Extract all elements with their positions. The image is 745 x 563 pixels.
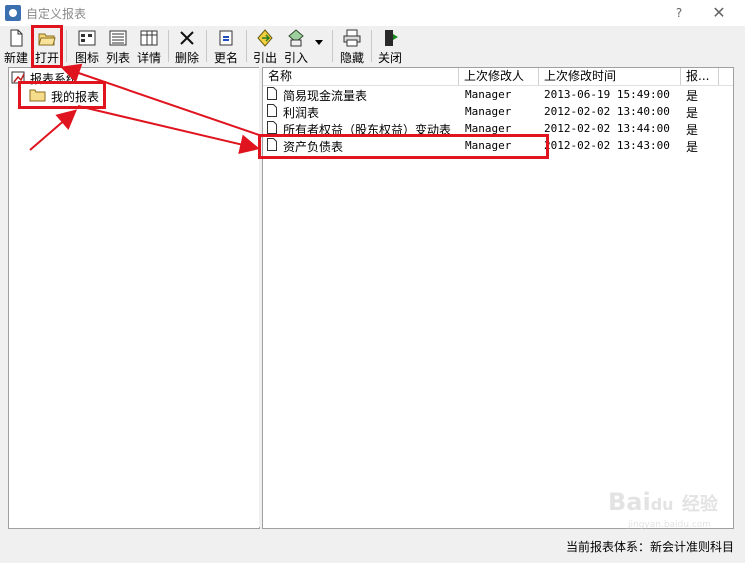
report-system-icon	[11, 71, 25, 84]
baidu-watermark: Baidu 经验 jingyan.baidu.com	[568, 480, 718, 530]
list-view-button[interactable]: 列表	[104, 29, 132, 65]
column-header-name[interactable]: 名称	[263, 68, 459, 85]
icon-view-label: 图标	[74, 51, 99, 65]
list-view-label: 列表	[105, 51, 130, 65]
list-view-icon	[109, 30, 127, 46]
import-dropdown-arrow-icon[interactable]	[315, 40, 323, 45]
toolbar-separator	[332, 30, 333, 62]
row-flag: 是	[686, 140, 699, 154]
tree-root-label: 报表系统	[30, 72, 79, 86]
help-button[interactable]: ?	[668, 3, 690, 23]
detail-view-button[interactable]: 详情	[135, 29, 163, 65]
exit-door-icon	[385, 30, 398, 46]
report-list-panel: 名称 上次修改人 上次修改时间 报... 简易现金流量表 Manager 201…	[262, 67, 734, 529]
toolbar: 新建 打开 图标 列表 详情 删除 更名 引出 引入 隐藏 关闭	[0, 26, 745, 66]
import-button[interactable]: 引入	[282, 29, 310, 65]
column-header-time[interactable]: 上次修改时间	[539, 68, 681, 85]
row-time: 2012-02-02 13:40:00	[544, 105, 670, 118]
toolbar-separator	[66, 30, 67, 62]
delete-button[interactable]: 删除	[173, 29, 201, 65]
new-document-icon	[10, 29, 23, 47]
toolbar-separator	[371, 30, 372, 62]
document-icon	[267, 87, 277, 100]
document-icon	[267, 121, 277, 134]
hide-button[interactable]: 隐藏	[338, 29, 366, 65]
row-flag: 是	[686, 106, 699, 120]
status-bar: 当前报表体系： 新会计准则科目	[0, 530, 745, 563]
row-flag: 是	[686, 123, 699, 137]
document-icon	[267, 104, 277, 117]
rename-button[interactable]: 更名	[212, 29, 240, 65]
export-button[interactable]: 引出	[251, 29, 279, 65]
import-icon	[288, 29, 304, 47]
table-row[interactable]: 简易现金流量表 Manager 2013-06-19 15:49:00 是	[263, 86, 733, 103]
row-modifier: Manager	[465, 88, 512, 101]
status-value: 新会计准则科目	[650, 540, 735, 554]
row-name: 资产负债表	[283, 140, 344, 154]
delete-label: 删除	[174, 51, 199, 65]
new-label: 新建	[3, 51, 28, 65]
row-flag: 是	[686, 89, 699, 103]
list-header: 名称 上次修改人 上次修改时间 报...	[263, 68, 733, 86]
icon-view-button[interactable]: 图标	[73, 29, 101, 65]
open-label: 打开	[34, 51, 59, 65]
export-label: 引出	[252, 51, 277, 65]
rename-label: 更名	[213, 51, 238, 65]
toolbar-separator	[168, 30, 169, 62]
document-icon	[267, 138, 277, 151]
column-header-flag[interactable]: 报...	[681, 68, 719, 85]
row-name: 简易现金流量表	[283, 89, 368, 103]
icon-view-icon	[78, 30, 96, 46]
app-icon	[5, 5, 21, 21]
row-time: 2012-02-02 13:44:00	[544, 122, 670, 135]
row-modifier: Manager	[465, 105, 512, 118]
new-button[interactable]: 新建	[2, 29, 30, 65]
row-time: 2013-06-19 15:49:00	[544, 88, 670, 101]
table-row[interactable]: 资产负债表 Manager 2012-02-02 13:43:00 是	[263, 137, 733, 154]
toolbar-separator	[206, 30, 207, 62]
close-window-button[interactable]: ✕	[708, 3, 730, 23]
row-time: 2012-02-02 13:43:00	[544, 139, 670, 152]
toolbar-separator	[246, 30, 247, 62]
tree-item-label: 我的报表	[51, 90, 100, 104]
report-tree-panel: 报表系统 我的报表	[8, 67, 260, 529]
open-folder-icon	[38, 33, 56, 46]
row-name: 利润表	[283, 106, 320, 120]
import-label: 引入	[283, 51, 308, 65]
rename-icon	[219, 30, 233, 46]
table-row[interactable]: 利润表 Manager 2012-02-02 13:40:00 是	[263, 103, 733, 120]
table-row[interactable]: 所有者权益（股东权益）变动表 Manager 2012-02-02 13:44:…	[263, 120, 733, 137]
watermark-brand: Baidu 经验	[608, 488, 718, 516]
row-name: 所有者权益（股东权益）变动表	[283, 123, 452, 137]
watermark-url: jingyan.baidu.com	[628, 520, 712, 530]
row-modifier: Manager	[465, 139, 512, 152]
delete-x-icon	[180, 31, 194, 45]
title-bar: 自定义报表 ? ✕	[0, 0, 745, 26]
hide-label: 隐藏	[339, 51, 364, 65]
detail-view-label: 详情	[136, 51, 161, 65]
folder-icon	[29, 89, 46, 102]
row-modifier: Manager	[465, 122, 512, 135]
export-icon	[257, 29, 273, 47]
detail-view-icon	[140, 30, 158, 46]
open-button[interactable]: 打开	[33, 29, 61, 65]
window-title: 自定义报表	[26, 7, 87, 21]
status-label: 当前报表体系：	[566, 540, 651, 554]
close-label: 关闭	[377, 51, 402, 65]
hide-printer-icon	[343, 29, 361, 47]
column-header-modifier[interactable]: 上次修改人	[459, 68, 539, 85]
close-button[interactable]: 关闭	[376, 29, 404, 65]
